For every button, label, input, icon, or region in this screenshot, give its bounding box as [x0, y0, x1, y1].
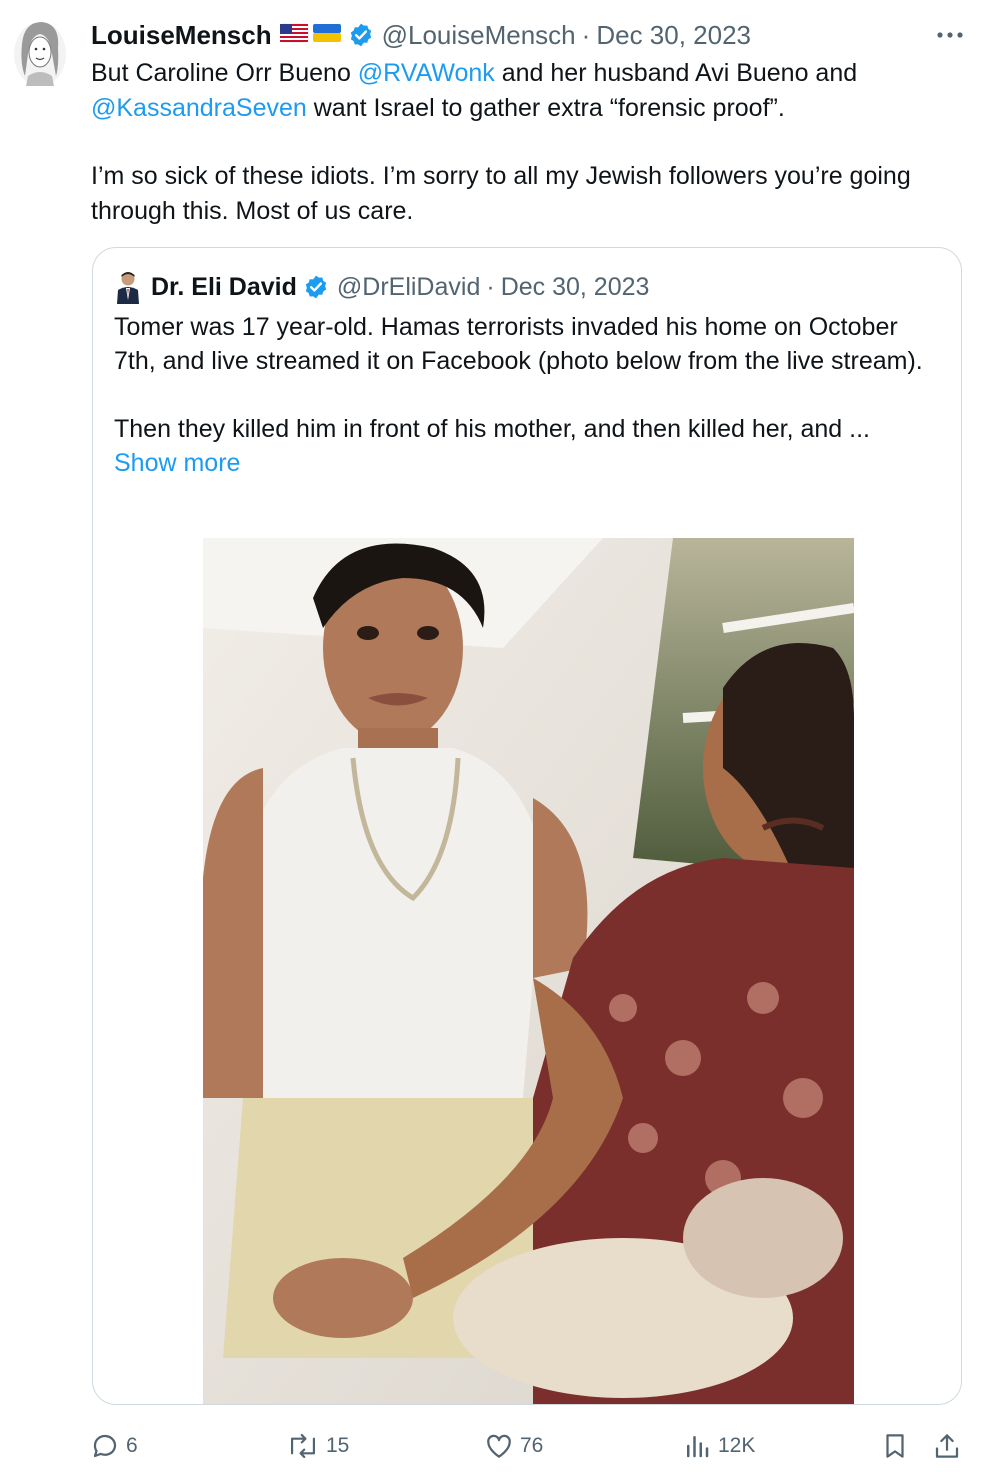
author-avatar[interactable]: [12, 14, 68, 88]
tweet-paragraph-2: I’m so sick of these idiots. I’m sorry t…: [91, 162, 911, 225]
reply-button[interactable]: 6: [90, 1426, 138, 1466]
reply-icon: [93, 1434, 117, 1458]
repost-count: 15: [326, 1434, 350, 1457]
tweet-action-bar: 6 15 76 12K: [90, 1426, 970, 1466]
views-icon: [687, 1436, 709, 1458]
quoted-author-avatar[interactable]: [115, 270, 141, 304]
tweet-text-part: want Israel to gather extra “forensic pr…: [306, 93, 785, 122]
repost-icon: [290, 1433, 316, 1459]
tweet-header: LouiseMensch @LouiseMensch · Dec 30, 202…: [91, 18, 971, 52]
quoted-text-part: Then they killed him in front of his mot…: [114, 415, 870, 443]
views-button[interactable]: 12K: [682, 1426, 755, 1466]
quoted-tweet-header: Dr. Eli David @DrEliDavid · Dec 30, 2023: [115, 270, 649, 304]
tweet-text-part: and her husband Avi Bueno and: [494, 59, 858, 87]
quoted-tweet-date[interactable]: Dec 30, 2023: [501, 273, 650, 302]
quoted-tweet-text: Tomer was 17 year-old. Hamas terrorists …: [114, 310, 944, 480]
tweet-text: But Caroline Orr Bueno @RVAWonk and her …: [91, 56, 976, 228]
quoted-tweet[interactable]: Dr. Eli David @DrEliDavid · Dec 30, 2023…: [92, 247, 962, 1405]
reply-count: 6: [126, 1434, 138, 1457]
show-more-link[interactable]: Show more: [114, 446, 944, 480]
bookmark-button[interactable]: [880, 1426, 916, 1466]
like-count: 76: [520, 1434, 544, 1457]
header-separator: ·: [581, 19, 591, 50]
verified-badge-icon: [350, 23, 371, 47]
quoted-header-separator: ·: [486, 272, 495, 301]
view-count: 12K: [718, 1434, 756, 1457]
bookmark-icon: [886, 1434, 904, 1458]
tweet-date[interactable]: Dec 30, 2023: [596, 20, 751, 51]
author-flags: [279, 20, 342, 51]
more-icon: [937, 32, 963, 38]
verified-badge-icon: [305, 275, 327, 299]
share-button[interactable]: [932, 1426, 968, 1466]
flag-icons: [279, 23, 341, 42]
repost-button[interactable]: 15: [286, 1426, 349, 1466]
quoted-tweet-photo[interactable]: [203, 538, 854, 1404]
more-options-button[interactable]: [930, 18, 970, 52]
quoted-paragraph-2: Then they killed him in front of his mot…: [114, 412, 944, 480]
quoted-author-name[interactable]: Dr. Eli David: [151, 273, 297, 302]
author-handle[interactable]: @LouiseMensch: [382, 20, 576, 51]
quoted-author-handle[interactable]: @DrEliDavid: [337, 273, 480, 302]
like-icon: [487, 1434, 511, 1458]
like-button[interactable]: 76: [484, 1426, 543, 1466]
tweet-paragraph-1: But Caroline Orr Bueno @RVAWonk and her …: [91, 56, 976, 125]
tweet-text-part: But Caroline Orr Bueno: [91, 59, 358, 87]
photo-illustration: [203, 538, 854, 1404]
mention-link[interactable]: @KassandraSeven: [91, 94, 307, 122]
share-icon: [935, 1434, 959, 1458]
quoted-paragraph-1: Tomer was 17 year-old. Hamas terrorists …: [114, 313, 923, 375]
author-name[interactable]: LouiseMensch: [91, 20, 272, 51]
mention-link[interactable]: @RVAWonk: [358, 59, 495, 87]
